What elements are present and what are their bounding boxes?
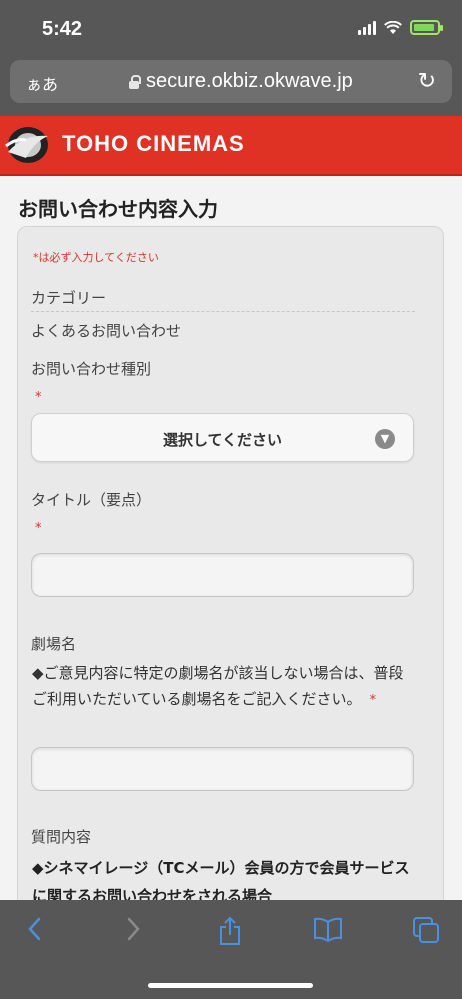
theater-description: ◆ご意見内容に特定の劇場名が該当しない場合は、普段ご利用いただいている劇場名をご… [32,660,417,714]
brand-header: TOHO CINEMAS [0,116,462,176]
reload-icon[interactable]: ↻ [418,69,436,94]
back-icon[interactable] [14,916,54,950]
title-label: タイトル（要点） [31,491,152,509]
chevron-down-icon: ▼ [375,429,395,449]
question-label: 質問内容 [31,828,92,846]
bookmarks-icon[interactable] [308,916,348,950]
url-display[interactable]: secure.okbiz.okwave.jp [128,70,353,93]
home-indicator [148,983,313,988]
lock-icon [128,74,141,89]
theater-input[interactable] [31,747,414,791]
address-bar[interactable]: ぁあ secure.okbiz.okwave.jp ↻ [10,60,452,103]
reader-options-button[interactable]: ぁあ [26,71,58,95]
category-value: よくあるお問い合わせ [31,322,182,340]
inquiry-type-label: お問い合わせ種別 [31,360,152,378]
brand-name: TOHO CINEMAS [62,131,245,156]
theater-label: 劇場名 [31,635,77,653]
category-label: カテゴリー [31,289,107,307]
tabs-icon[interactable] [406,916,446,950]
inquiry-type-select[interactable]: 選択してください ▼ [31,413,414,462]
battery-icon [410,20,443,35]
divider [31,311,415,312]
wifi-icon [384,20,402,34]
url-text: secure.okbiz.okwave.jp [146,70,353,92]
share-icon[interactable] [210,916,250,950]
signal-icon [358,20,376,35]
browser-top-chrome: 5:42 ぁあ secure.okbiz.okwave.jp ↻ [0,0,462,116]
toho-logo-icon[interactable] [4,124,56,166]
required-star: * [35,390,42,405]
status-time: 5:42 [42,18,83,40]
required-note: *は必ず入力してください [33,251,159,264]
theater-description-text: ◆ご意見内容に特定の劇場名が該当しない場合は、普段ご利用いただいている劇場名をご… [32,664,404,708]
status-icons [358,20,443,35]
inquiry-type-selected: 選択してください [162,431,283,449]
required-star: * [35,521,42,536]
title-input[interactable] [31,553,414,597]
forward-icon[interactable] [114,916,154,950]
required-star: * [369,693,377,708]
page-title: お問い合わせ内容入力 [18,197,218,221]
